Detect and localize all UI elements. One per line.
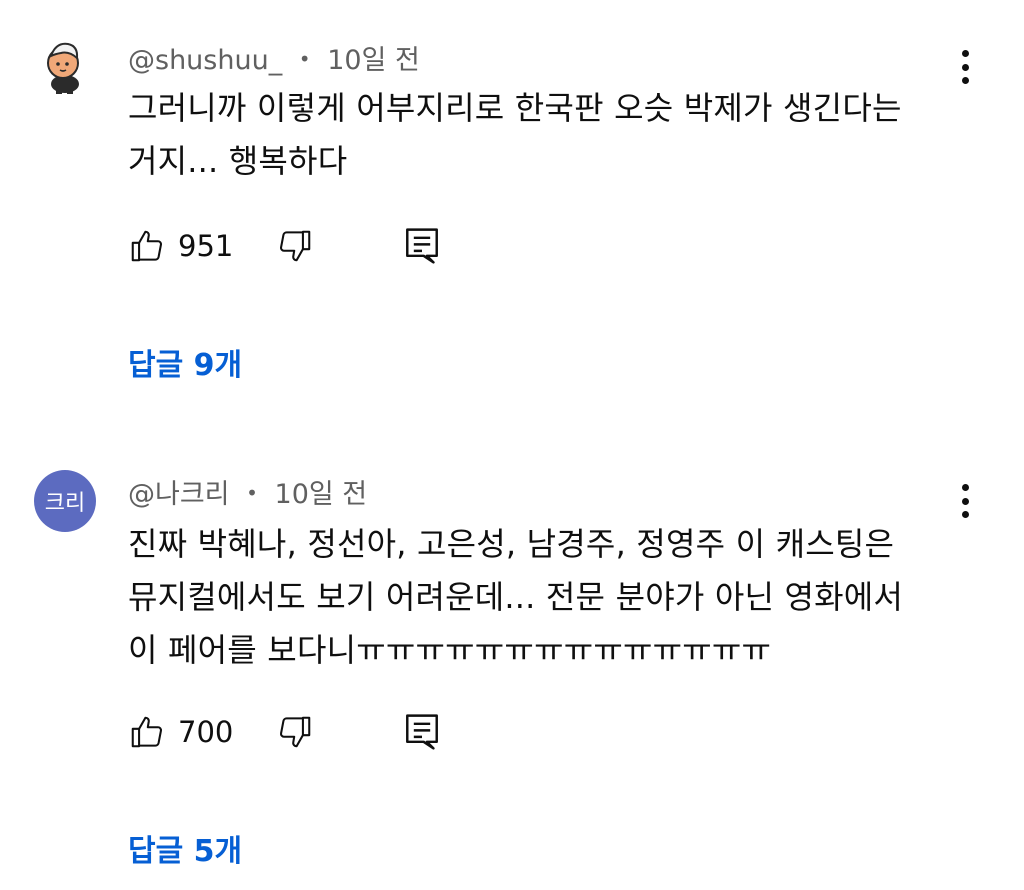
separator-dot: • <box>298 47 311 71</box>
thumb-up-icon <box>128 227 166 265</box>
like-count: 951 <box>178 229 234 263</box>
dislike-button[interactable] <box>276 227 314 265</box>
separator-dot: • <box>246 481 258 505</box>
view-replies-link[interactable]: 답글 9개 <box>128 340 242 384</box>
comment-actions: 700 <box>128 712 440 752</box>
avatar[interactable] <box>34 34 96 96</box>
thumb-down-icon <box>276 713 314 751</box>
avatar[interactable]: 크리 <box>34 470 96 532</box>
dislike-button[interactable] <box>276 713 314 751</box>
comment-actions: 951 <box>128 226 440 266</box>
reply-button[interactable] <box>404 712 440 752</box>
timestamp[interactable]: 10일 전 <box>327 45 420 76</box>
comment-icon <box>404 226 440 266</box>
timestamp[interactable]: 10일 전 <box>275 479 368 510</box>
reply-button[interactable] <box>404 226 440 266</box>
thumb-up-icon <box>128 713 166 751</box>
comment-text: 진짜 박혜나, 정선아, 고은성, 남경주, 정영주 이 캐스팅은 뮤지컬에서도… <box>128 525 904 669</box>
like-count: 700 <box>178 715 234 749</box>
like-button[interactable]: 951 <box>128 227 248 265</box>
more-vertical-icon[interactable] <box>958 50 972 84</box>
author-name[interactable]: @shushuu_ <box>128 45 282 76</box>
comment-text: 그러니까 이렇게 어부지리로 한국판 오슷 박제가 생긴다는 거지... 행복하… <box>128 89 902 180</box>
thumb-down-icon <box>276 227 314 265</box>
more-vertical-icon[interactable] <box>958 484 972 518</box>
author-name[interactable]: @나크리 <box>128 479 230 510</box>
view-replies-link[interactable]: 답글 5개 <box>128 826 242 870</box>
comment-meta: @나크리 • 10일 전 <box>128 472 367 511</box>
like-button[interactable]: 700 <box>128 713 248 751</box>
comment-icon <box>404 712 440 752</box>
comment-meta: @shushuu_ • 10일 전 <box>128 38 420 77</box>
